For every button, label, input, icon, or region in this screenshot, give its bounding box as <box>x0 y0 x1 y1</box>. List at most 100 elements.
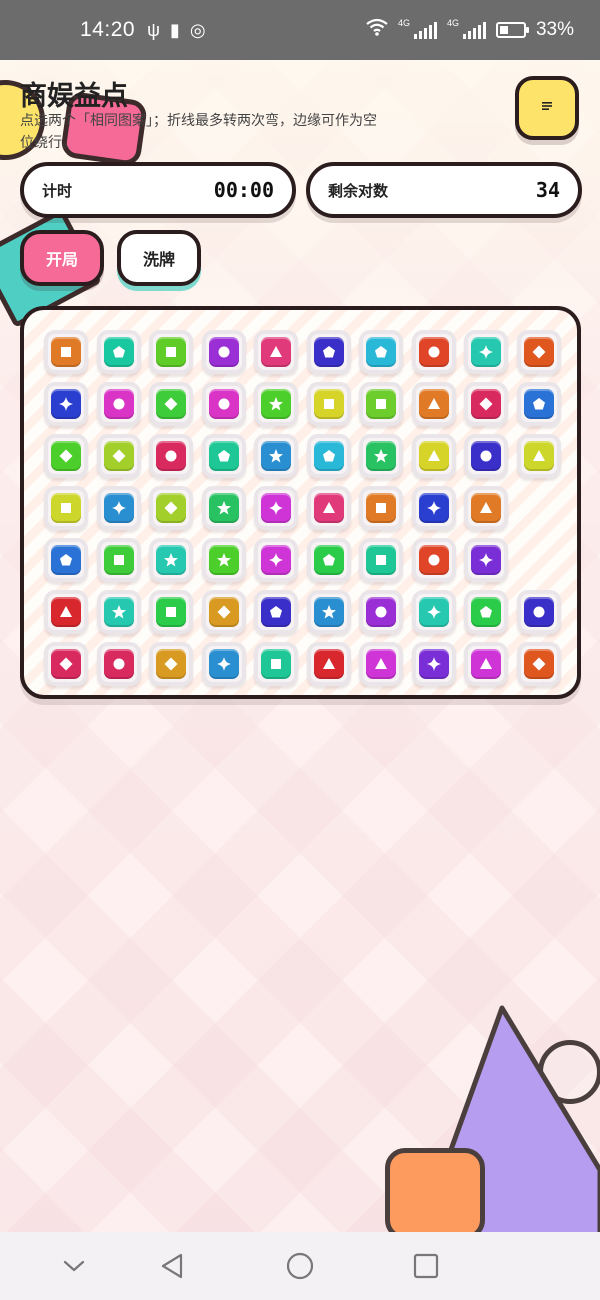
board-tile[interactable] <box>96 642 141 686</box>
board-tile[interactable] <box>359 382 403 426</box>
board-tile[interactable] <box>411 590 456 634</box>
sparkle-icon <box>268 552 284 568</box>
menu-button[interactable] <box>515 76 579 140</box>
board-tile[interactable] <box>149 538 193 582</box>
status-left-icons: ψ ▮ ◎ <box>147 20 205 41</box>
board-tile[interactable] <box>254 486 298 530</box>
board-tile[interactable] <box>254 590 298 634</box>
sparkle-icon <box>268 500 284 516</box>
board-tile[interactable] <box>464 382 508 426</box>
board-tile[interactable] <box>464 434 508 478</box>
start-button[interactable]: 开局 <box>20 230 104 286</box>
app-screen: 商娱益点 点选两个「相同图案」；折线最多转两次弯，边缘可作为空位绕行。 计时 0… <box>0 60 600 1232</box>
board-tile[interactable] <box>464 538 508 582</box>
board-tile[interactable] <box>359 434 403 478</box>
circle-icon <box>216 396 232 412</box>
square-icon <box>58 500 74 516</box>
board-tile[interactable] <box>411 330 456 374</box>
board-tile[interactable] <box>96 330 141 374</box>
board-tile[interactable] <box>306 434 351 478</box>
board-tile[interactable] <box>464 642 508 686</box>
board-tile[interactable] <box>306 642 351 686</box>
shuffle-button[interactable]: 洗牌 <box>117 230 201 286</box>
board-tile[interactable] <box>201 382 246 426</box>
chevron-down-icon[interactable] <box>56 1250 92 1282</box>
board-tile[interactable] <box>306 330 351 374</box>
board-tile[interactable] <box>254 642 298 686</box>
board-tile[interactable] <box>306 538 351 582</box>
board-tile[interactable] <box>306 486 351 530</box>
home-circle-icon[interactable] <box>282 1250 318 1282</box>
board-tile[interactable] <box>96 382 141 426</box>
board-tile[interactable] <box>44 382 88 426</box>
board-tile[interactable] <box>96 590 141 634</box>
signal-icon-2 <box>462 21 486 39</box>
game-board <box>20 306 581 699</box>
board-tile[interactable] <box>359 590 403 634</box>
star-icon <box>321 604 337 620</box>
board-tile[interactable] <box>201 434 246 478</box>
board-tile[interactable] <box>44 486 88 530</box>
square-icon <box>321 396 337 412</box>
battery-percent: 33% <box>535 19 574 40</box>
board-tile[interactable] <box>464 590 508 634</box>
board-tile[interactable] <box>149 434 193 478</box>
star-icon <box>268 396 284 412</box>
board-tile[interactable] <box>516 642 561 686</box>
board-tile[interactable] <box>44 590 88 634</box>
board-tile[interactable] <box>254 382 298 426</box>
pentagon-icon <box>373 344 389 360</box>
recents-square-icon[interactable] <box>408 1250 444 1282</box>
board-tile[interactable] <box>254 434 298 478</box>
star-icon <box>268 448 284 464</box>
board-tile[interactable] <box>96 434 141 478</box>
board-tile[interactable] <box>96 538 141 582</box>
board-tile[interactable] <box>44 538 88 582</box>
timer-value: 00:00 <box>213 178 274 202</box>
board-tile[interactable] <box>464 486 508 530</box>
board-tile[interactable] <box>149 590 193 634</box>
board-tile[interactable] <box>359 330 403 374</box>
board-tile[interactable] <box>359 538 403 582</box>
back-triangle-icon[interactable] <box>154 1250 190 1282</box>
board-tile[interactable] <box>464 330 508 374</box>
circle-icon <box>531 604 547 620</box>
circle-icon <box>426 552 442 568</box>
board-tile[interactable] <box>201 590 246 634</box>
star-icon <box>163 552 179 568</box>
square-icon <box>373 552 389 568</box>
board-tile[interactable] <box>411 642 456 686</box>
board-tile[interactable] <box>306 382 351 426</box>
board-tile[interactable] <box>149 486 193 530</box>
board-tile[interactable] <box>149 382 193 426</box>
menu-lines-icon <box>540 100 554 116</box>
board-tile[interactable] <box>359 486 403 530</box>
board-tile[interactable] <box>149 330 193 374</box>
board-tile[interactable] <box>411 538 456 582</box>
circle-icon <box>163 448 179 464</box>
board-tile[interactable] <box>516 382 561 426</box>
board-tile[interactable] <box>516 590 561 634</box>
board-tile[interactable] <box>149 642 193 686</box>
board-tile[interactable] <box>516 330 561 374</box>
board-tile[interactable] <box>411 434 456 478</box>
board-tile[interactable] <box>201 538 246 582</box>
triangle-icon <box>321 656 337 672</box>
board-tile[interactable] <box>44 642 88 686</box>
pentagon-icon <box>321 448 337 464</box>
board-tile[interactable] <box>254 330 298 374</box>
board-tile[interactable] <box>254 538 298 582</box>
board-tile[interactable] <box>359 642 403 686</box>
board-tile[interactable] <box>201 330 246 374</box>
board-tile[interactable] <box>306 590 351 634</box>
triangle-icon <box>426 396 442 412</box>
board-tile[interactable] <box>96 486 141 530</box>
board-tile[interactable] <box>201 486 246 530</box>
status-time: 14:20 <box>80 18 136 41</box>
board-tile[interactable] <box>201 642 246 686</box>
board-tile[interactable] <box>44 330 88 374</box>
board-tile[interactable] <box>44 434 88 478</box>
board-tile[interactable] <box>516 434 561 478</box>
board-tile[interactable] <box>411 382 456 426</box>
board-tile[interactable] <box>411 486 456 530</box>
